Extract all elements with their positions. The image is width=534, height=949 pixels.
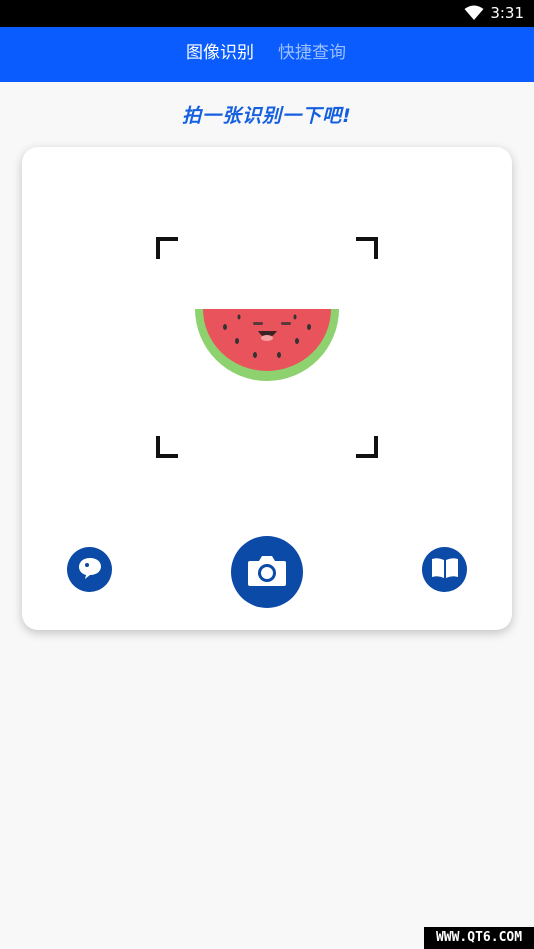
recognition-card [22,147,512,630]
viewfinder-corner-bottom-left [156,436,178,458]
viewfinder-corner-top-left [156,237,178,259]
tab-image-recognition[interactable]: 图像识别 [186,42,254,64]
guide-book-button[interactable] [422,547,467,592]
chat-button[interactable] [67,547,112,592]
open-book-icon [431,556,459,584]
viewfinder-corner-top-right [356,237,378,259]
camera-capture-button[interactable] [231,536,303,608]
status-bar: 3:31 [0,0,534,27]
camera-icon [247,553,287,591]
status-time: 3:31 [490,4,524,22]
chat-bubble-icon [77,555,103,585]
viewfinder-corner-bottom-right [356,436,378,458]
wifi-icon [464,5,484,25]
tab-quick-search[interactable]: 快捷查询 [278,42,346,64]
watermark-logo: WWW.QT6.COM [424,927,534,949]
top-tab-bar: 图像识别 快捷查询 [0,27,534,82]
slogan-heading: 拍一张识别一下吧! [182,105,352,127]
watermelon-illustration [195,309,339,387]
